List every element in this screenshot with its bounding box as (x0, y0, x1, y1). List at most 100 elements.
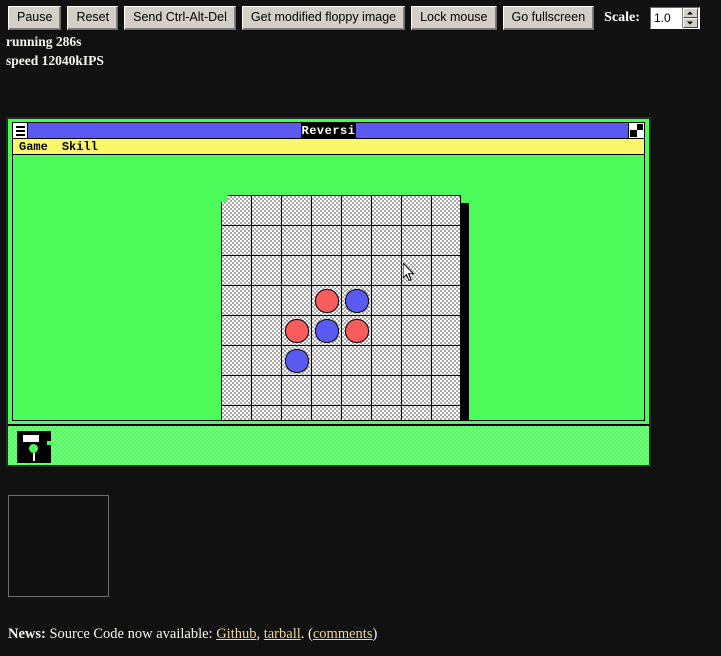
disc-blue (314, 318, 339, 343)
get-floppy-image-button[interactable]: Get modified floppy image (241, 6, 406, 30)
board-cell[interactable] (282, 196, 312, 226)
board-cell[interactable] (252, 346, 282, 376)
board-cell[interactable] (342, 256, 372, 286)
tarball-link[interactable]: tarball (264, 626, 301, 642)
board-cell[interactable] (312, 196, 342, 226)
menu-game[interactable]: Game (19, 140, 48, 154)
board-cell[interactable] (342, 316, 372, 346)
board-cell[interactable] (312, 256, 342, 286)
board-cell[interactable] (282, 406, 312, 420)
hamburger-menu-icon[interactable] (13, 123, 28, 138)
github-link[interactable]: Github (216, 626, 256, 642)
board-cell[interactable] (252, 226, 282, 256)
board-cell[interactable] (312, 226, 342, 256)
board-cell[interactable] (222, 406, 252, 420)
board-cell[interactable] (252, 376, 282, 406)
board-cell[interactable] (282, 226, 312, 256)
board-cell[interactable] (312, 376, 342, 406)
window-titlebar[interactable]: Reversi (12, 122, 645, 139)
board-cell[interactable] (252, 196, 282, 226)
news-prefix: News: (8, 626, 46, 642)
board-cell[interactable] (372, 316, 402, 346)
board-cell[interactable] (402, 406, 432, 420)
board-cell[interactable] (222, 286, 252, 316)
board-cell[interactable] (372, 286, 402, 316)
scale-spinner[interactable] (649, 7, 700, 29)
board-cell[interactable] (342, 196, 372, 226)
pause-button[interactable]: Pause (8, 6, 62, 30)
menu-skill[interactable]: Skill (62, 140, 98, 154)
board-cell[interactable] (342, 376, 372, 406)
disc-red (344, 318, 369, 343)
board-cell[interactable] (402, 226, 432, 256)
board-cell[interactable] (372, 226, 402, 256)
board-cell[interactable] (282, 256, 312, 286)
emulator-screen[interactable]: Reversi Game Skill (6, 117, 651, 467)
desktop-taskbar (8, 424, 649, 465)
board-cell[interactable] (222, 316, 252, 346)
board-cell[interactable] (312, 316, 342, 346)
window-title: Reversi (13, 122, 644, 139)
board-cell[interactable] (312, 286, 342, 316)
reset-button[interactable]: Reset (67, 6, 119, 30)
board-cell[interactable] (282, 346, 312, 376)
board-cell[interactable] (342, 286, 372, 316)
minimized-program-icon[interactable] (17, 431, 53, 463)
board-cell[interactable] (372, 376, 402, 406)
news-text: Source Code now available: (49, 626, 213, 642)
board-cell[interactable] (282, 286, 312, 316)
board-cell[interactable] (402, 196, 432, 226)
board-cell[interactable] (372, 346, 402, 376)
board-cell[interactable] (432, 286, 462, 316)
board-cell[interactable] (372, 256, 402, 286)
board-cell[interactable] (222, 226, 252, 256)
board-cell[interactable] (432, 346, 462, 376)
board-cell[interactable] (432, 406, 462, 420)
board-cell[interactable] (222, 346, 252, 376)
comments-link[interactable]: comments (313, 626, 373, 642)
board-cell[interactable] (222, 376, 252, 406)
news-separator: , (256, 626, 261, 642)
scale-label: Scale: (604, 10, 640, 25)
serial-output-box[interactable] (8, 495, 109, 597)
chevron-down-icon[interactable] (682, 18, 698, 28)
board-cell[interactable] (312, 346, 342, 376)
board-cell[interactable] (252, 256, 282, 286)
board-cell[interactable] (432, 256, 462, 286)
board-cell[interactable] (252, 286, 282, 316)
go-fullscreen-button[interactable]: Go fullscreen (502, 6, 595, 30)
scale-spinner-buttons[interactable] (681, 8, 698, 28)
board-cell[interactable] (252, 406, 282, 420)
board-cell[interactable] (402, 286, 432, 316)
board-cell[interactable] (342, 406, 372, 420)
send-ctrl-alt-del-button[interactable]: Send Ctrl-Alt-Del (124, 6, 236, 30)
board-cell[interactable] (402, 346, 432, 376)
board-cell[interactable] (402, 316, 432, 346)
icon-tab-shape (47, 441, 53, 445)
board-cell[interactable] (432, 316, 462, 346)
board-cell[interactable] (252, 316, 282, 346)
board-cell[interactable] (372, 196, 402, 226)
board-cell[interactable] (342, 346, 372, 376)
board-cell[interactable] (432, 376, 462, 406)
emulator-toolbar: Pause Reset Send Ctrl-Alt-Del Get modifi… (0, 0, 721, 30)
board-cell[interactable] (282, 376, 312, 406)
board-cell[interactable] (402, 376, 432, 406)
board-cell[interactable] (222, 256, 252, 286)
lock-mouse-button[interactable]: Lock mouse (411, 6, 497, 30)
board-cell[interactable] (372, 406, 402, 420)
maximize-icon[interactable] (628, 123, 644, 138)
board-cell[interactable] (432, 196, 462, 226)
board-cell[interactable] (342, 226, 372, 256)
reversi-window: Reversi Game Skill (8, 119, 649, 424)
reversi-board[interactable] (221, 195, 462, 420)
scale-input[interactable] (650, 8, 682, 28)
board-cell[interactable] (402, 256, 432, 286)
chevron-up-icon[interactable] (682, 8, 698, 18)
board-cell[interactable] (432, 226, 462, 256)
disc-red (284, 318, 309, 343)
news-close-paren: ) (372, 626, 378, 642)
board-cell[interactable] (282, 316, 312, 346)
board-cell[interactable] (312, 406, 342, 420)
board-cell[interactable] (222, 196, 252, 226)
